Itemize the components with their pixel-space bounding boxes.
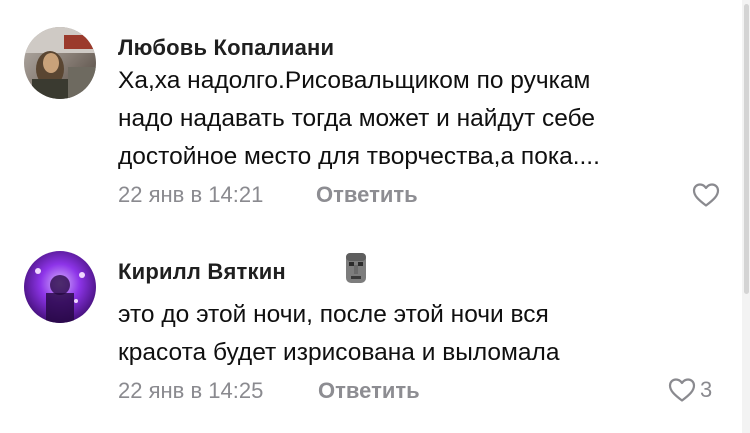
comment-item: Любовь Копалиани Ха,ха надолго.Рисовальщ… bbox=[0, 0, 740, 225]
moai-emoji-icon bbox=[346, 253, 366, 283]
comment-timestamp[interactable]: 22 янв в 14:21 bbox=[118, 182, 263, 208]
comment-text: Ха,ха надолго.Рисовальщиком по ручкам на… bbox=[118, 67, 600, 170]
comment-timestamp[interactable]: 22 янв в 14:25 bbox=[118, 378, 263, 404]
comment-item: Кирилл Вяткин это до этой ночи, после эт… bbox=[0, 235, 740, 433]
like-button[interactable]: 3 bbox=[668, 377, 712, 403]
reply-button[interactable]: Ответить bbox=[318, 378, 420, 404]
like-count: 3 bbox=[700, 377, 713, 402]
user-photo-icon bbox=[24, 27, 96, 99]
user-photo-icon bbox=[24, 251, 96, 323]
heart-icon bbox=[692, 183, 720, 207]
comment-author[interactable]: Кирилл Вяткин bbox=[118, 259, 286, 285]
reply-button[interactable]: Ответить bbox=[316, 182, 418, 208]
heart-icon bbox=[668, 378, 696, 402]
like-button[interactable] bbox=[692, 182, 724, 208]
comment-author[interactable]: Любовь Копалиани bbox=[118, 35, 334, 61]
avatar[interactable] bbox=[24, 251, 96, 323]
scrollbar-thumb[interactable] bbox=[744, 4, 749, 294]
comment-text: это до этой ночи, после этой ночи вся кр… bbox=[118, 301, 560, 366]
scrollbar[interactable] bbox=[742, 0, 750, 433]
avatar[interactable] bbox=[24, 27, 96, 99]
